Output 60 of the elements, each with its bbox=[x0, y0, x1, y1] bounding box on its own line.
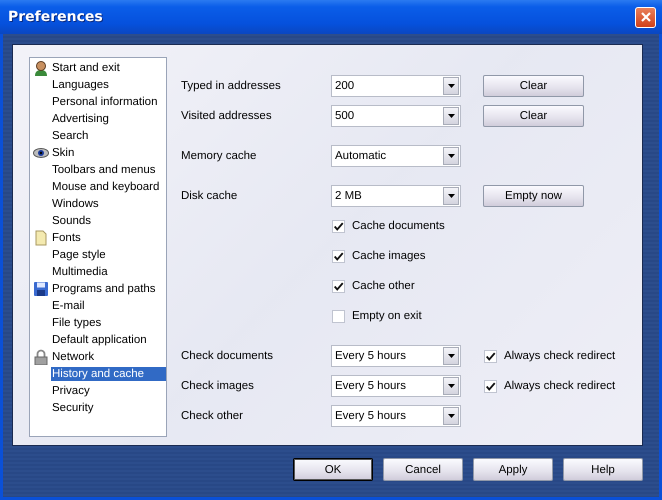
category-item[interactable]: Programs and paths bbox=[51, 282, 166, 296]
dropdown[interactable]: Automatic bbox=[331, 145, 461, 167]
category-item[interactable]: Personal information bbox=[51, 94, 166, 108]
close-button[interactable] bbox=[635, 6, 656, 28]
checkbox[interactable] bbox=[332, 310, 345, 322]
category-item[interactable]: Fonts bbox=[51, 230, 166, 244]
checkbox-label: Always check redirect bbox=[504, 380, 616, 392]
dropdown[interactable]: 2 MB bbox=[331, 185, 461, 207]
checkbox[interactable] bbox=[332, 250, 345, 262]
checkbox-label: Cache documents bbox=[352, 220, 445, 232]
dialog-button[interactable]: Apply bbox=[473, 458, 553, 481]
category-item[interactable]: Default application bbox=[51, 332, 166, 346]
dialog-button[interactable]: OK bbox=[293, 458, 373, 481]
checkbox[interactable] bbox=[484, 380, 497, 392]
checkbox-label: Empty on exit bbox=[352, 310, 422, 322]
dropdown[interactable]: 500 bbox=[331, 105, 461, 127]
checkbox-label: Cache other bbox=[352, 280, 415, 292]
category-item[interactable]: Languages bbox=[51, 78, 166, 92]
category-item[interactable]: Windows bbox=[51, 196, 166, 210]
category-item[interactable]: Security bbox=[51, 400, 166, 414]
checkbox-label: Cache images bbox=[352, 250, 426, 262]
window-title: Preferences bbox=[8, 9, 103, 25]
category-item[interactable]: Network bbox=[51, 350, 166, 364]
action-button[interactable]: Clear bbox=[483, 105, 584, 127]
category-item[interactable]: File types bbox=[51, 316, 166, 330]
dropdown[interactable]: Every 5 hours bbox=[331, 405, 461, 427]
category-item[interactable]: Search bbox=[51, 128, 166, 142]
dropdown[interactable]: Every 5 hours bbox=[331, 345, 461, 367]
category-item[interactable]: Advertising bbox=[51, 112, 166, 126]
setting-label: Typed in addresses bbox=[181, 80, 282, 92]
setting-label: Memory cache bbox=[181, 150, 258, 162]
action-button[interactable]: Clear bbox=[483, 75, 584, 97]
category-item[interactable]: Privacy bbox=[51, 384, 166, 398]
category-item[interactable]: Page style bbox=[51, 248, 166, 262]
close-icon bbox=[640, 11, 652, 23]
setting-label: Check images bbox=[181, 380, 255, 392]
category-item[interactable]: History and cache bbox=[51, 366, 166, 380]
checkbox-label: Always check redirect bbox=[504, 350, 616, 362]
category-item[interactable]: E-mail bbox=[51, 298, 166, 312]
category-item[interactable]: Mouse and keyboard bbox=[51, 180, 166, 194]
category-item[interactable]: Start and exit bbox=[51, 60, 166, 74]
setting-label: Visited addresses bbox=[181, 110, 273, 122]
checkbox[interactable] bbox=[332, 220, 345, 232]
checkbox[interactable] bbox=[484, 350, 497, 362]
category-item[interactable]: Toolbars and menus bbox=[51, 162, 166, 176]
lock-icon bbox=[32, 348, 48, 364]
setting-label: Disk cache bbox=[181, 190, 238, 202]
person-icon bbox=[32, 60, 48, 76]
document-icon bbox=[32, 230, 48, 246]
category-item[interactable]: Skin bbox=[51, 146, 166, 160]
setting-label: Check documents bbox=[181, 350, 274, 362]
action-button[interactable]: Empty now bbox=[483, 185, 584, 207]
category-item[interactable]: Multimedia bbox=[51, 264, 166, 278]
dropdown[interactable]: 200 bbox=[331, 75, 461, 97]
checkbox[interactable] bbox=[332, 280, 345, 292]
dropdown[interactable]: Every 5 hours bbox=[331, 375, 461, 397]
dialog-button[interactable]: Help bbox=[563, 458, 643, 481]
dialog-button[interactable]: Cancel bbox=[383, 458, 463, 481]
setting-label: Check other bbox=[181, 410, 244, 422]
category-item[interactable]: Sounds bbox=[51, 214, 166, 228]
